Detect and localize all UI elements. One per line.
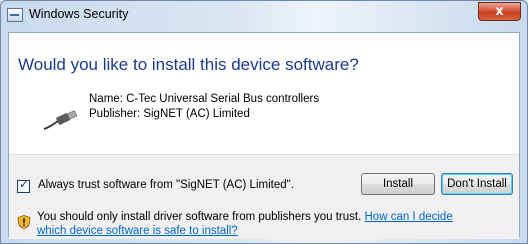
device-publisher: Publisher: SigNET (AC) Limited: [89, 108, 250, 120]
usb-cable-icon: [43, 110, 78, 130]
help-link-continued[interactable]: which device software is safe to install…: [37, 225, 238, 237]
device-name: Name: C-Tec Universal Serial Bus control…: [89, 93, 320, 105]
dialog-content: Would you like to install this device so…: [8, 32, 520, 239]
window-title: Windows Security: [29, 7, 129, 21]
main-instruction: Would you like to install this device so…: [18, 55, 359, 74]
checkmark-icon: ✓: [19, 177, 30, 191]
always-trust-label[interactable]: Always trust software from "SigNET (AC) …: [38, 179, 294, 191]
dialog-footer: ✓ Always trust software from "SigNET (AC…: [9, 154, 519, 239]
dont-install-button[interactable]: Don't Install: [441, 173, 513, 195]
shield-warning-icon: [17, 215, 31, 229]
window-icon: [7, 8, 23, 22]
warning-text-line: You should only install driver software …: [37, 211, 453, 223]
close-button[interactable]: x: [478, 2, 521, 21]
help-link-continued-line: which device software is safe to install…: [37, 225, 238, 237]
always-trust-checkbox[interactable]: ✓: [17, 177, 30, 193]
install-button[interactable]: Install: [361, 173, 435, 195]
title-bar[interactable]: Windows Security x: [1, 1, 527, 31]
dialog-window: Windows Security x Would you like to ins…: [0, 0, 528, 244]
help-link[interactable]: How can I decide: [365, 211, 453, 223]
warning-text: You should only install driver software …: [37, 211, 362, 223]
